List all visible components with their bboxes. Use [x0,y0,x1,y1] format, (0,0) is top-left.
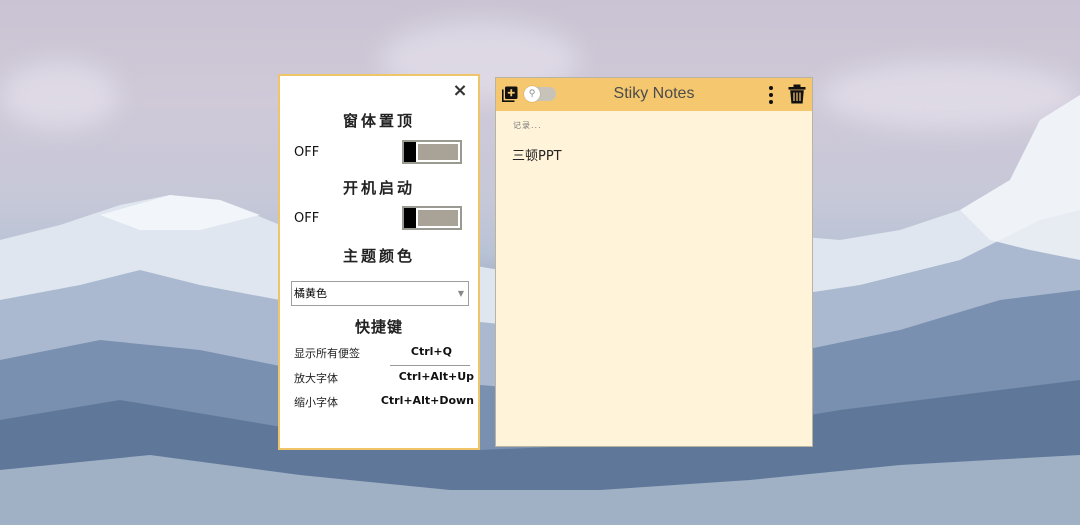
window-top-toggle[interactable] [402,140,462,164]
window-top-state: OFF [294,145,320,160]
theme-select[interactable]: 橘黄色 ▼ [291,281,469,306]
close-button[interactable]: × [450,80,470,102]
theme-selected-value: 橘黄色 [294,287,327,300]
note-content[interactable]: 三顿PPT [512,145,562,164]
hotkey-key[interactable]: Ctrl+Alt+Down [381,394,474,407]
hotkey-key[interactable]: Ctrl+Q [411,345,452,358]
note-placeholder: 记录... [513,121,542,130]
hotkey-key[interactable]: Ctrl+Alt+Up [399,370,474,383]
hotkey-name: 显示所有便签 [294,347,360,360]
sticky-note: ⚲ Stiky Notes 记录... 三顿PPT [495,77,813,447]
hotkey-row: 放大字体 Ctrl+Alt+Up [294,368,474,388]
note-title: Stiky Notes [613,85,695,102]
toggle-track [418,210,458,226]
more-vertical-icon[interactable] [768,85,774,105]
chevron-down-icon: ▼ [457,289,464,298]
hotkey-row: 缩小字体 Ctrl+Alt+Down [294,392,474,412]
trash-icon[interactable] [788,84,806,104]
autostart-state: OFF [294,211,320,226]
hotkeys-title: 快捷键 [354,318,403,336]
hotkey-input-underline [390,365,470,366]
window-top-title: 窗体置顶 [342,112,415,130]
toggle-knob [404,142,416,162]
hotkey-name: 放大字体 [294,372,338,385]
toggle-track [418,144,458,160]
toggle-knob [404,208,416,228]
theme-title: 主题颜色 [342,247,415,265]
autostart-title: 开机启动 [342,179,415,197]
autostart-toggle[interactable] [402,206,462,230]
note-header: ⚲ Stiky Notes [496,78,812,111]
hotkey-name: 缩小字体 [294,396,338,409]
settings-panel: × 窗体置顶 OFF 开机启动 OFF 主题颜色 橘黄色 ▼ 快捷键 显示所有便… [278,74,480,450]
hotkey-row: 显示所有便签 Ctrl+Q [294,343,472,363]
